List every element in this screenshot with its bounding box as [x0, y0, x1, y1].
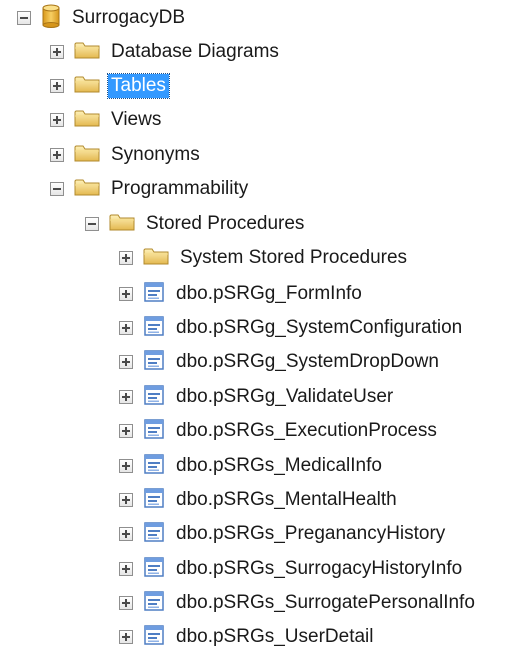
expand-icon[interactable] [119, 287, 133, 301]
tree-node-label: dbo.pSRGg_SystemDropDown [176, 351, 439, 372]
expand-icon[interactable] [119, 630, 133, 644]
tree-node-label: dbo.pSRGs_MedicalInfo [176, 455, 382, 476]
expand-icon[interactable] [119, 321, 133, 335]
tree-node-procedure[interactable]: dbo.pSRGs_SurrogacyHistoryInfo [119, 554, 465, 584]
collapse-icon[interactable] [17, 11, 31, 25]
stored-procedure-icon [143, 624, 165, 650]
expand-icon[interactable] [50, 45, 64, 59]
expand-icon[interactable] [119, 493, 133, 507]
tree-node-label: dbo.pSRGs_UserDetail [176, 626, 374, 647]
tree-node-procedure[interactable]: dbo.pSRGs_MentalHealth [119, 485, 400, 515]
tree-node-label: Programmability [111, 178, 249, 199]
expand-icon[interactable] [119, 527, 133, 541]
database-icon [41, 4, 61, 33]
stored-procedure-icon [143, 349, 165, 375]
tree-node-system-stored-procedures[interactable]: System Stored Procedures [119, 243, 410, 273]
tree-node-label: dbo.pSRGg_ValidateUser [176, 386, 394, 407]
folder-icon [74, 177, 100, 202]
tree-node-procedure[interactable]: dbo.pSRGs_UserDetail [119, 622, 376, 652]
stored-procedure-icon [143, 418, 165, 444]
expand-icon[interactable] [119, 424, 133, 438]
tree-node-label: dbo.pSRGs_SurrogatePersonalInfo [176, 592, 475, 613]
expand-icon[interactable] [119, 355, 133, 369]
tree-node-stored-procedures[interactable]: Stored Procedures [85, 209, 307, 239]
folder-icon [74, 108, 100, 133]
tree-node-procedure[interactable]: dbo.pSRGg_ValidateUser [119, 382, 396, 412]
tree-node-label: Views [111, 109, 162, 130]
tree-node-label: SurrogacyDB [72, 7, 185, 28]
collapse-icon[interactable] [50, 182, 64, 196]
expand-icon[interactable] [119, 390, 133, 404]
collapse-icon[interactable] [85, 217, 99, 231]
tree-node-label: dbo.pSRGs_SurrogacyHistoryInfo [176, 558, 463, 579]
tree-node-procedure[interactable]: dbo.pSRGg_SystemConfiguration [119, 313, 465, 343]
tree-node-label: dbo.pSRGg_FormInfo [176, 283, 362, 304]
tree-node-surrogacydb[interactable]: SurrogacyDB [17, 3, 188, 33]
folder-icon [143, 246, 169, 271]
expand-icon[interactable] [50, 79, 64, 93]
stored-procedure-icon [143, 487, 165, 513]
tree-node-label: Stored Procedures [146, 213, 305, 234]
tree-node-procedure[interactable]: dbo.pSRGg_FormInfo [119, 279, 365, 309]
folder-icon [74, 74, 100, 99]
tree-node-label: dbo.pSRGs_MentalHealth [176, 489, 397, 510]
tree-node-tables[interactable]: Tables [50, 71, 170, 101]
stored-procedure-icon [143, 315, 165, 341]
folder-icon [74, 143, 100, 168]
tree-node-label: Synonyms [111, 144, 200, 165]
tree-node-synonyms[interactable]: Synonyms [50, 140, 203, 170]
stored-procedure-icon [143, 521, 165, 547]
expand-icon[interactable] [119, 562, 133, 576]
expand-icon[interactable] [119, 251, 133, 265]
tree-node-views[interactable]: Views [50, 105, 164, 135]
expand-icon[interactable] [119, 596, 133, 610]
tree-node-programmability[interactable]: Programmability [50, 174, 251, 204]
tree-node-label: dbo.pSRGs_PreganancyHistory [176, 523, 446, 544]
tree-node-procedure[interactable]: dbo.pSRGg_SystemDropDown [119, 347, 442, 377]
tree-node-procedure[interactable]: dbo.pSRGs_PreganancyHistory [119, 519, 448, 549]
folder-icon [109, 212, 135, 237]
stored-procedure-icon [143, 556, 165, 582]
tree-node-label: Tables [107, 73, 170, 99]
tree-node-procedure[interactable]: dbo.pSRGs_ExecutionProcess [119, 416, 440, 446]
expand-icon[interactable] [119, 459, 133, 473]
tree-node-label: dbo.pSRGg_SystemConfiguration [176, 317, 463, 338]
stored-procedure-icon [143, 590, 165, 616]
tree-node-procedure[interactable]: dbo.pSRGs_SurrogatePersonalInfo [119, 588, 478, 618]
folder-icon [74, 40, 100, 65]
object-explorer-tree: SurrogacyDB Database Diagrams Tables Vie… [0, 0, 521, 653]
expand-icon[interactable] [50, 148, 64, 162]
stored-procedure-icon [143, 281, 165, 307]
expand-icon[interactable] [50, 113, 64, 127]
tree-node-procedure[interactable]: dbo.pSRGs_MedicalInfo [119, 451, 385, 481]
stored-procedure-icon [143, 384, 165, 410]
tree-node-label: System Stored Procedures [180, 247, 408, 268]
tree-node-database-diagrams[interactable]: Database Diagrams [50, 37, 282, 67]
tree-node-label: dbo.pSRGs_ExecutionProcess [176, 420, 437, 441]
stored-procedure-icon [143, 453, 165, 479]
tree-node-label: Database Diagrams [111, 41, 279, 62]
